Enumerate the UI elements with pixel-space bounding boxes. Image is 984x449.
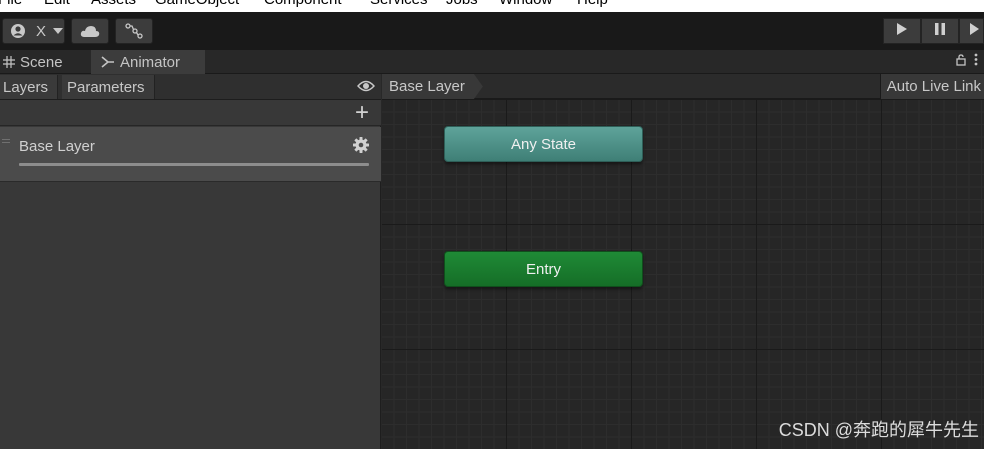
menu-services[interactable]: Services bbox=[370, 0, 428, 8]
watermark: CSDN @奔跑的犀牛先生 bbox=[778, 420, 979, 440]
collab-button[interactable] bbox=[115, 18, 153, 44]
window-tabs: Scene Animator bbox=[0, 50, 984, 74]
scene-grid-icon bbox=[3, 56, 15, 68]
tab-scene[interactable]: Scene bbox=[0, 50, 88, 74]
animator-graph[interactable]: Base Layer Auto Live Link Any State Entr… bbox=[382, 74, 984, 449]
lock-icon[interactable] bbox=[956, 53, 966, 69]
menu-bar: File Edit Assets GameObject Component Se… bbox=[0, 0, 984, 12]
entry-node[interactable]: Entry bbox=[444, 251, 643, 287]
animator-icon bbox=[101, 56, 115, 68]
auto-live-link-toggle[interactable]: Auto Live Link bbox=[879, 74, 984, 99]
account-icon bbox=[10, 23, 26, 39]
menu-assets[interactable]: Assets bbox=[91, 0, 136, 8]
toolbar: X bbox=[0, 12, 984, 50]
menu-gameobject[interactable]: GameObject bbox=[155, 0, 239, 8]
menu-file[interactable]: File bbox=[0, 0, 22, 8]
menu-component[interactable]: Component bbox=[264, 0, 342, 8]
menu-help[interactable]: Help bbox=[577, 0, 608, 8]
gear-icon[interactable] bbox=[353, 137, 369, 158]
drag-handle-icon[interactable] bbox=[2, 139, 10, 145]
layer-name: Base Layer bbox=[19, 138, 95, 155]
tab-animator-label: Animator bbox=[120, 53, 181, 71]
play-icon bbox=[896, 22, 908, 41]
kebab-menu-icon[interactable] bbox=[974, 53, 978, 69]
step-icon bbox=[969, 22, 979, 41]
step-button[interactable] bbox=[959, 18, 984, 44]
animator-left-panel: Layers Parameters + Base Layer bbox=[0, 74, 381, 449]
tab-tools bbox=[956, 53, 978, 69]
layer-item[interactable]: Base Layer bbox=[0, 127, 381, 182]
left-panel-tabs: Layers Parameters bbox=[0, 74, 381, 100]
menu-edit[interactable]: Edit bbox=[44, 0, 70, 8]
entry-label: Entry bbox=[525, 260, 561, 278]
breadcrumb-label: Base Layer bbox=[389, 78, 465, 95]
graph-header: Base Layer Auto Live Link bbox=[382, 74, 984, 99]
account-label: X bbox=[36, 22, 47, 40]
layers-toolbar: + bbox=[0, 100, 381, 126]
account-dropdown[interactable]: X bbox=[2, 18, 65, 44]
playmode-controls bbox=[883, 18, 984, 44]
any-state-label: Any State bbox=[510, 135, 577, 153]
collab-icon bbox=[125, 23, 143, 39]
chevron-down-icon bbox=[53, 27, 64, 35]
add-layer-button[interactable]: + bbox=[355, 101, 369, 125]
tab-parameters[interactable]: Parameters bbox=[62, 75, 155, 99]
breadcrumb[interactable]: Base Layer bbox=[382, 74, 483, 99]
menu-window[interactable]: Window bbox=[499, 0, 552, 8]
layer-weight-bar bbox=[19, 163, 369, 166]
pause-icon bbox=[934, 22, 946, 41]
play-button[interactable] bbox=[883, 18, 921, 44]
eye-icon[interactable] bbox=[357, 79, 375, 98]
tab-scene-label: Scene bbox=[20, 53, 63, 71]
cloud-button[interactable] bbox=[71, 18, 109, 44]
cloud-icon bbox=[80, 24, 100, 38]
pause-button[interactable] bbox=[921, 18, 959, 44]
any-state-node[interactable]: Any State bbox=[444, 126, 643, 162]
tab-animator[interactable]: Animator bbox=[91, 50, 205, 74]
tab-layers[interactable]: Layers bbox=[0, 75, 58, 99]
menu-jobs[interactable]: Jobs bbox=[446, 0, 478, 8]
